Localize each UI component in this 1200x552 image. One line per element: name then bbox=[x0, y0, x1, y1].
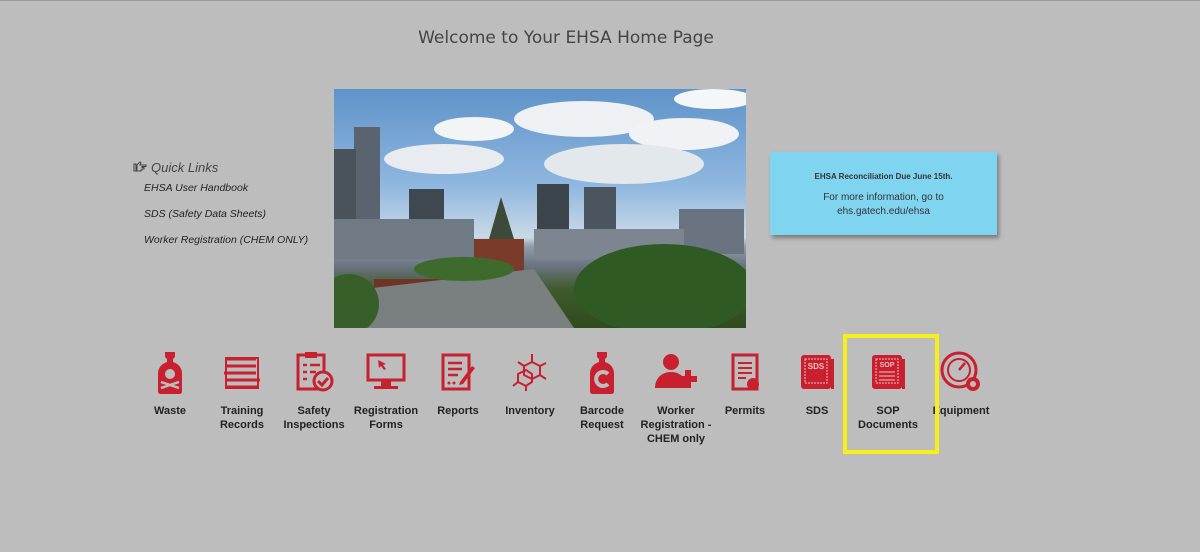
tile-permits[interactable]: Permits bbox=[708, 350, 782, 418]
bottle-c-icon bbox=[565, 350, 639, 394]
notice-banner: EHSA Reconciliation Due June 15th. For m… bbox=[770, 152, 997, 235]
tile-safety-inspections[interactable]: Safety Inspections bbox=[277, 350, 351, 432]
books-icon bbox=[205, 350, 279, 394]
tile-label: Worker Registration - CHEM only bbox=[640, 405, 712, 445]
quick-links-heading: Quick Links bbox=[151, 160, 219, 175]
tile-label: Safety Inspections bbox=[283, 405, 345, 431]
tile-worker-registration[interactable]: Worker Registration - CHEM only bbox=[639, 350, 713, 446]
tile-label: Registration Forms bbox=[353, 405, 419, 431]
tile-label: Reports bbox=[437, 405, 479, 417]
quick-links: Quick Links EHSA User Handbook SDS (Safe… bbox=[133, 160, 308, 260]
tile-label: Waste bbox=[154, 405, 186, 417]
notice-heading: EHSA Reconciliation Due June 15th. bbox=[814, 172, 953, 181]
clipboard-check-icon bbox=[277, 350, 351, 394]
svg-text:SDS: SDS bbox=[808, 362, 825, 371]
tile-label: Inventory bbox=[505, 405, 555, 417]
tile-registration-forms[interactable]: Registration Forms bbox=[349, 350, 423, 432]
tile-reports[interactable]: Reports bbox=[421, 350, 495, 418]
pointing-hand-icon bbox=[133, 160, 147, 175]
hero-image bbox=[334, 89, 746, 328]
highlight-box bbox=[843, 334, 939, 454]
tile-barcode-request[interactable]: Barcode Request bbox=[565, 350, 639, 432]
tile-inventory[interactable]: Inventory bbox=[493, 350, 567, 418]
link-worker-registration[interactable]: Worker Registration (CHEM ONLY) bbox=[144, 234, 308, 246]
tile-label: Training Records bbox=[219, 405, 265, 431]
page-title: Welcome to Your EHSA Home Page bbox=[418, 28, 714, 48]
tile-waste[interactable]: Waste bbox=[133, 350, 207, 418]
poison-bottle-icon bbox=[133, 350, 207, 394]
link-user-handbook[interactable]: EHSA User Handbook bbox=[144, 182, 308, 194]
link-sds[interactable]: SDS (Safety Data Sheets) bbox=[144, 208, 308, 220]
add-user-icon bbox=[639, 350, 713, 394]
notice-link[interactable]: ehs.gatech.edu/ehsa bbox=[770, 205, 997, 219]
tile-training-records[interactable]: Training Records bbox=[205, 350, 279, 432]
notice-line1: For more information, go to bbox=[823, 192, 944, 203]
tile-label: Barcode Request bbox=[579, 405, 625, 431]
report-pen-icon bbox=[421, 350, 495, 394]
molecule-icon bbox=[493, 350, 567, 394]
tile-label: Permits bbox=[724, 405, 766, 417]
permit-doc-icon bbox=[708, 350, 782, 394]
monitor-cursor-icon bbox=[349, 350, 423, 394]
top-border bbox=[0, 0, 1200, 1]
